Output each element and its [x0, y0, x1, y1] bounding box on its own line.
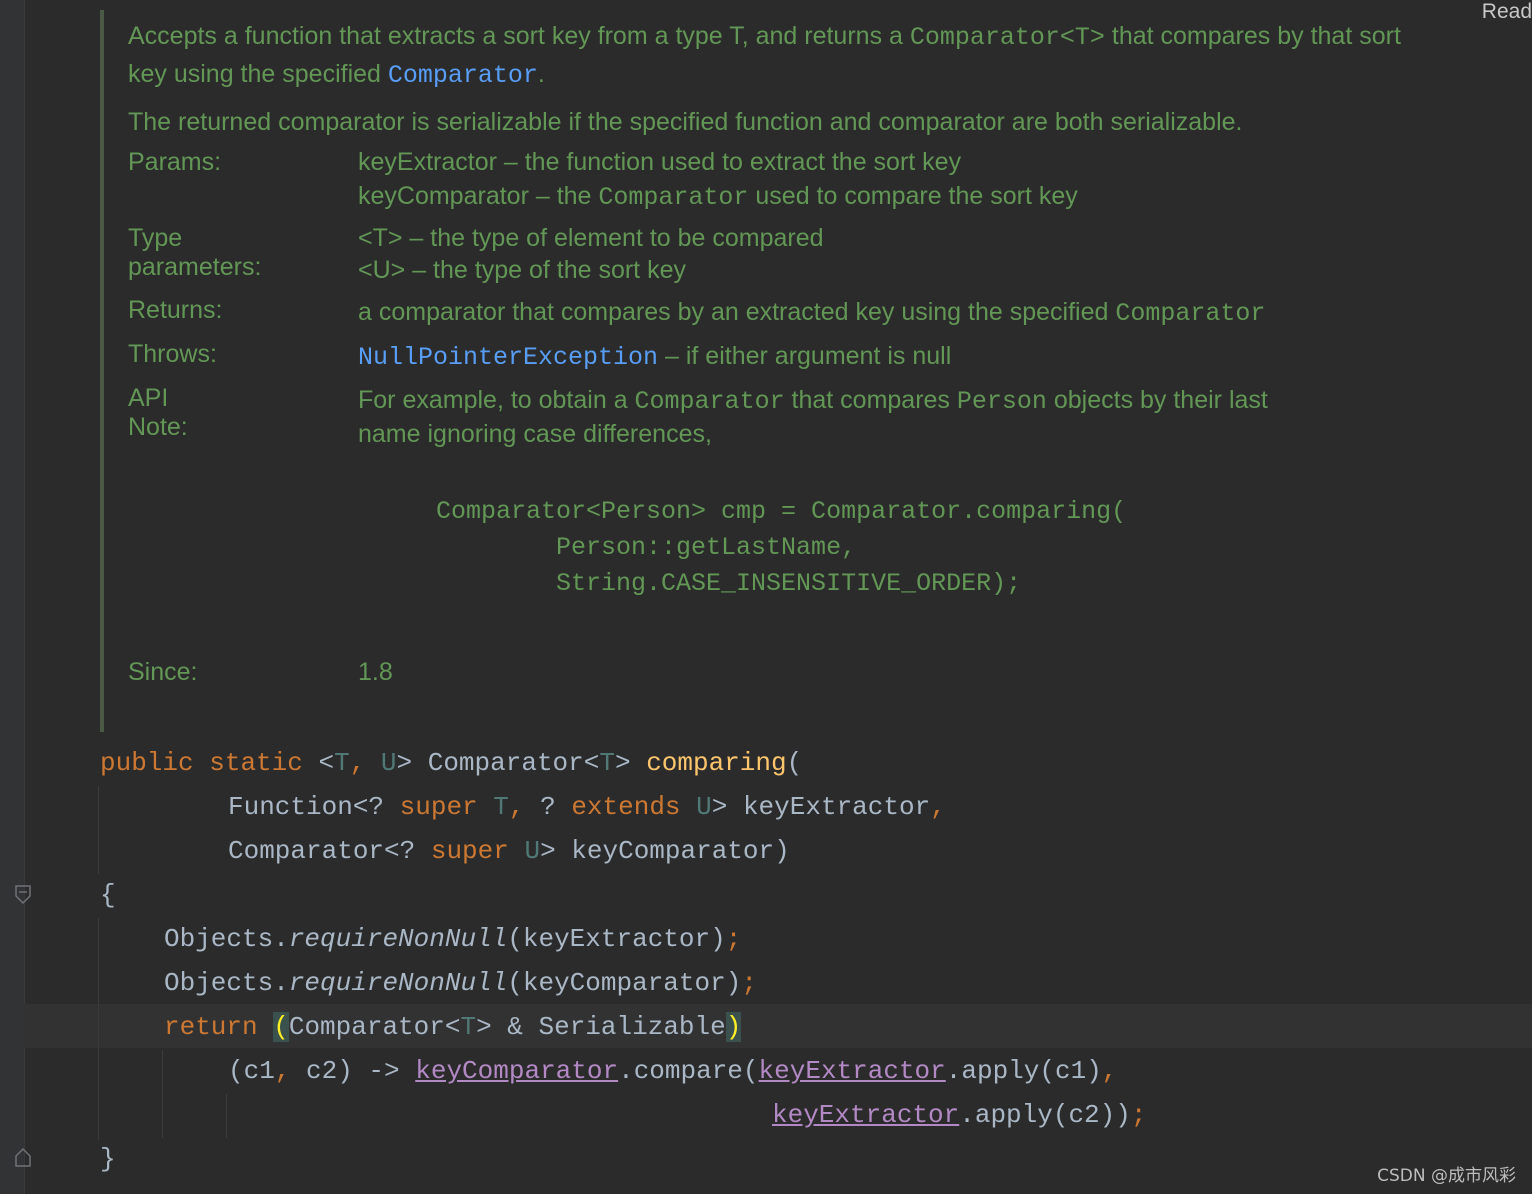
type-params-label: Type parameters: — [128, 224, 262, 281]
field-key-comparator[interactable]: keyComparator — [415, 1056, 618, 1086]
doc-serializable-note: The returned comparator is serializable … — [128, 108, 1243, 136]
indent-guide — [162, 1050, 163, 1138]
throws-label: Throws: — [128, 340, 217, 368]
type-param-u: <U> – the type of the sort key — [358, 256, 686, 284]
reader-mode-toggle[interactable]: Read — [1482, 0, 1532, 24]
doc-code-comparator-t: Comparator<T> — [909, 23, 1105, 52]
code-line-param2[interactable]: Comparator<? super U> keyComparator) — [228, 829, 790, 873]
code-line-lambda[interactable]: (c1, c2) -> keyComparator.compare(keyExt… — [228, 1049, 1117, 1093]
field-key-extractor[interactable]: keyExtractor — [772, 1100, 959, 1130]
code-line-close-brace[interactable]: } — [100, 1137, 116, 1181]
fold-marker-open-icon[interactable] — [14, 884, 32, 906]
code-line-apply-c2[interactable]: keyExtractor.apply(c2)); — [772, 1093, 1146, 1137]
api-note-text-cont: name ignoring case differences, — [358, 420, 712, 448]
comparator-link[interactable]: Comparator — [388, 61, 538, 90]
params-label: Params: — [128, 148, 222, 176]
fold-marker-close-icon[interactable] — [14, 1146, 32, 1168]
param-key-comparator: keyComparator – the Comparator used to c… — [358, 182, 1078, 212]
rendered-javadoc: Accepts a function that extracts a sort … — [128, 18, 1408, 698]
code-editor[interactable]: public static <T, U> Comparator<T> compa… — [0, 0, 1146, 1174]
param-key-extractor: keyExtractor – the function used to extr… — [358, 148, 962, 176]
code-line-require-comparator[interactable]: Objects.requireNonNull(keyComparator); — [164, 961, 757, 1005]
returns-label: Returns: — [128, 296, 223, 324]
code-line-require-extractor[interactable]: Objects.requireNonNull(keyExtractor); — [164, 917, 741, 961]
code-line-return[interactable]: return (Comparator<T> & Serializable) — [164, 1005, 742, 1049]
since-label: Since: — [128, 658, 198, 686]
returns-value: a comparator that compares by an extract… — [358, 298, 1266, 328]
null-pointer-exception-link[interactable]: NullPointerException — [358, 343, 658, 372]
code-line-signature[interactable]: public static <T, U> Comparator<T> compa… — [100, 741, 802, 785]
indent-guide — [98, 786, 99, 874]
code-example: Comparator<Person> cmp = Comparator.comp… — [436, 497, 1127, 598]
type-param-t: <T> – the type of element to be compared — [358, 224, 824, 252]
matched-brace: ) — [725, 1012, 742, 1042]
indent-guide — [226, 1094, 227, 1138]
since-value: 1.8 — [358, 658, 393, 686]
javadoc-bar — [100, 10, 104, 732]
throws-value: NullPointerException – if either argumen… — [358, 342, 952, 372]
code-line-param1[interactable]: Function<? super T, ? extends U> keyExtr… — [228, 785, 946, 829]
field-key-extractor[interactable]: keyExtractor — [759, 1056, 946, 1086]
matched-brace: ( — [273, 1012, 289, 1042]
doc-description: Accepts a function that extracts a sort … — [128, 22, 1401, 90]
method-name: comparing — [646, 748, 787, 778]
indent-guide — [98, 918, 99, 1140]
watermark: CSDN @成市风彩 — [1377, 1166, 1516, 1186]
api-note-label: API Note: — [128, 384, 188, 441]
api-note-text: For example, to obtain a Comparator that… — [358, 386, 1268, 416]
code-line-open-brace[interactable]: { — [100, 873, 116, 917]
